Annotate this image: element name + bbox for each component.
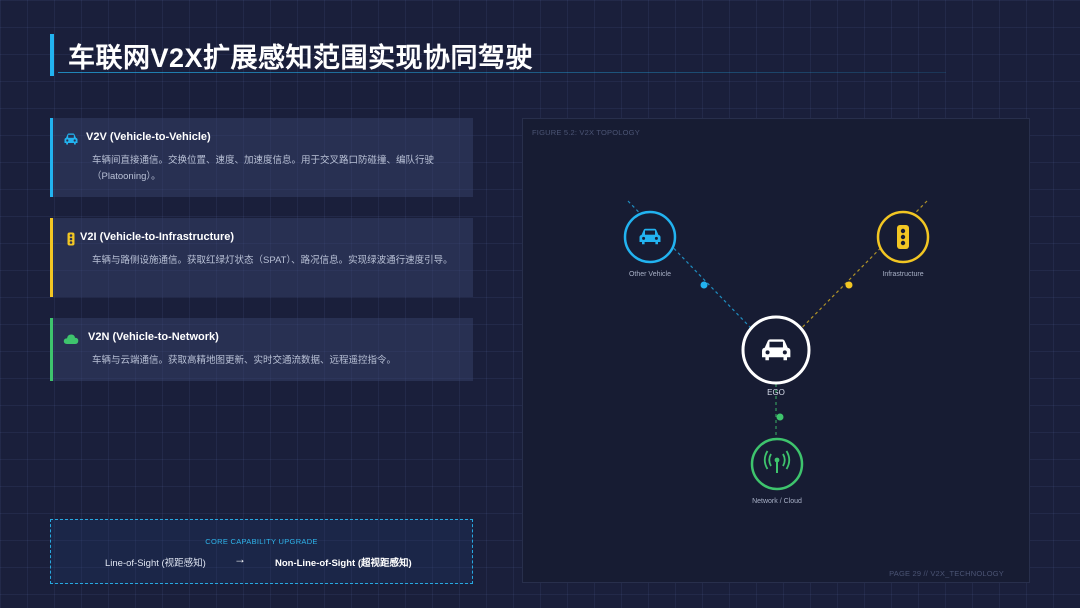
topology-panel: FIGURE 5.2: V2X TOPOLOGY PAGE 29 // V2X_…: [522, 118, 1030, 583]
card-description: 车辆与路侧设施通信。获取红绿灯状态（SPAT）、路况信息。实现绿波通行速度引导。: [92, 255, 453, 266]
card-accent-bar: [50, 118, 53, 197]
node-label: EGO: [767, 388, 785, 397]
node-label: Network / Cloud: [752, 498, 802, 505]
page-title: 车联网V2X扩展感知范围实现协同驾驶: [68, 43, 534, 73]
title-accent-bar: [50, 34, 54, 76]
traffic-light-icon: [897, 225, 909, 249]
card-heading: V2N (Vehicle-to-Network): [88, 331, 219, 343]
node-label: Other Vehicle: [629, 271, 671, 278]
packet-dot: [776, 413, 784, 421]
arrow-right-icon: →: [234, 552, 246, 566]
capability-upgrade-box: CORE CAPABILITY UPGRADE Line-of-Sight (视…: [50, 519, 473, 584]
topology-diagram: Other Vehicle Infrastructure EGO Network…: [623, 200, 930, 505]
car-icon: [64, 133, 78, 145]
card-heading: V2I (Vehicle-to-Infrastructure): [80, 231, 235, 243]
node-network-cloud: Network / Cloud: [750, 437, 804, 505]
card-accent-bar: [50, 218, 53, 297]
upgrade-to: Non-Line-of-Sight (超视距感知): [275, 558, 412, 569]
card-heading: V2V (Vehicle-to-Vehicle): [86, 131, 211, 143]
node-other-vehicle: Other Vehicle: [623, 210, 677, 278]
traffic-light-icon: [67, 232, 75, 246]
packet-dot: [845, 281, 853, 289]
cloud-icon: [63, 334, 79, 344]
title-divider: [58, 72, 946, 73]
upgrade-from: Line-of-Sight (视距感知): [105, 558, 206, 569]
card-v2v: V2V (Vehicle-to-Vehicle) 车辆间直接通信。交换位置、速度…: [50, 118, 473, 197]
card-accent-bar: [50, 318, 53, 381]
card-v2i: V2I (Vehicle-to-Infrastructure) 车辆与路侧设施通…: [50, 218, 473, 297]
upgrade-caption: CORE CAPABILITY UPGRADE: [205, 537, 318, 546]
packet-dot: [700, 281, 708, 289]
card-v2n: V2N (Vehicle-to-Network) 车辆与云端通信。获取高精地图更…: [50, 318, 473, 381]
card-description: 车辆间直接通信。交换位置、速度、加速度信息。用于交叉路口防碰撞、编队行驶（Pla…: [92, 155, 435, 182]
card-description: 车辆与云端通信。获取高精地图更新、实时交通流数据、远程遥控指令。: [92, 355, 397, 366]
node-infrastructure: Infrastructure: [876, 210, 930, 278]
node-label: Infrastructure: [882, 271, 923, 278]
